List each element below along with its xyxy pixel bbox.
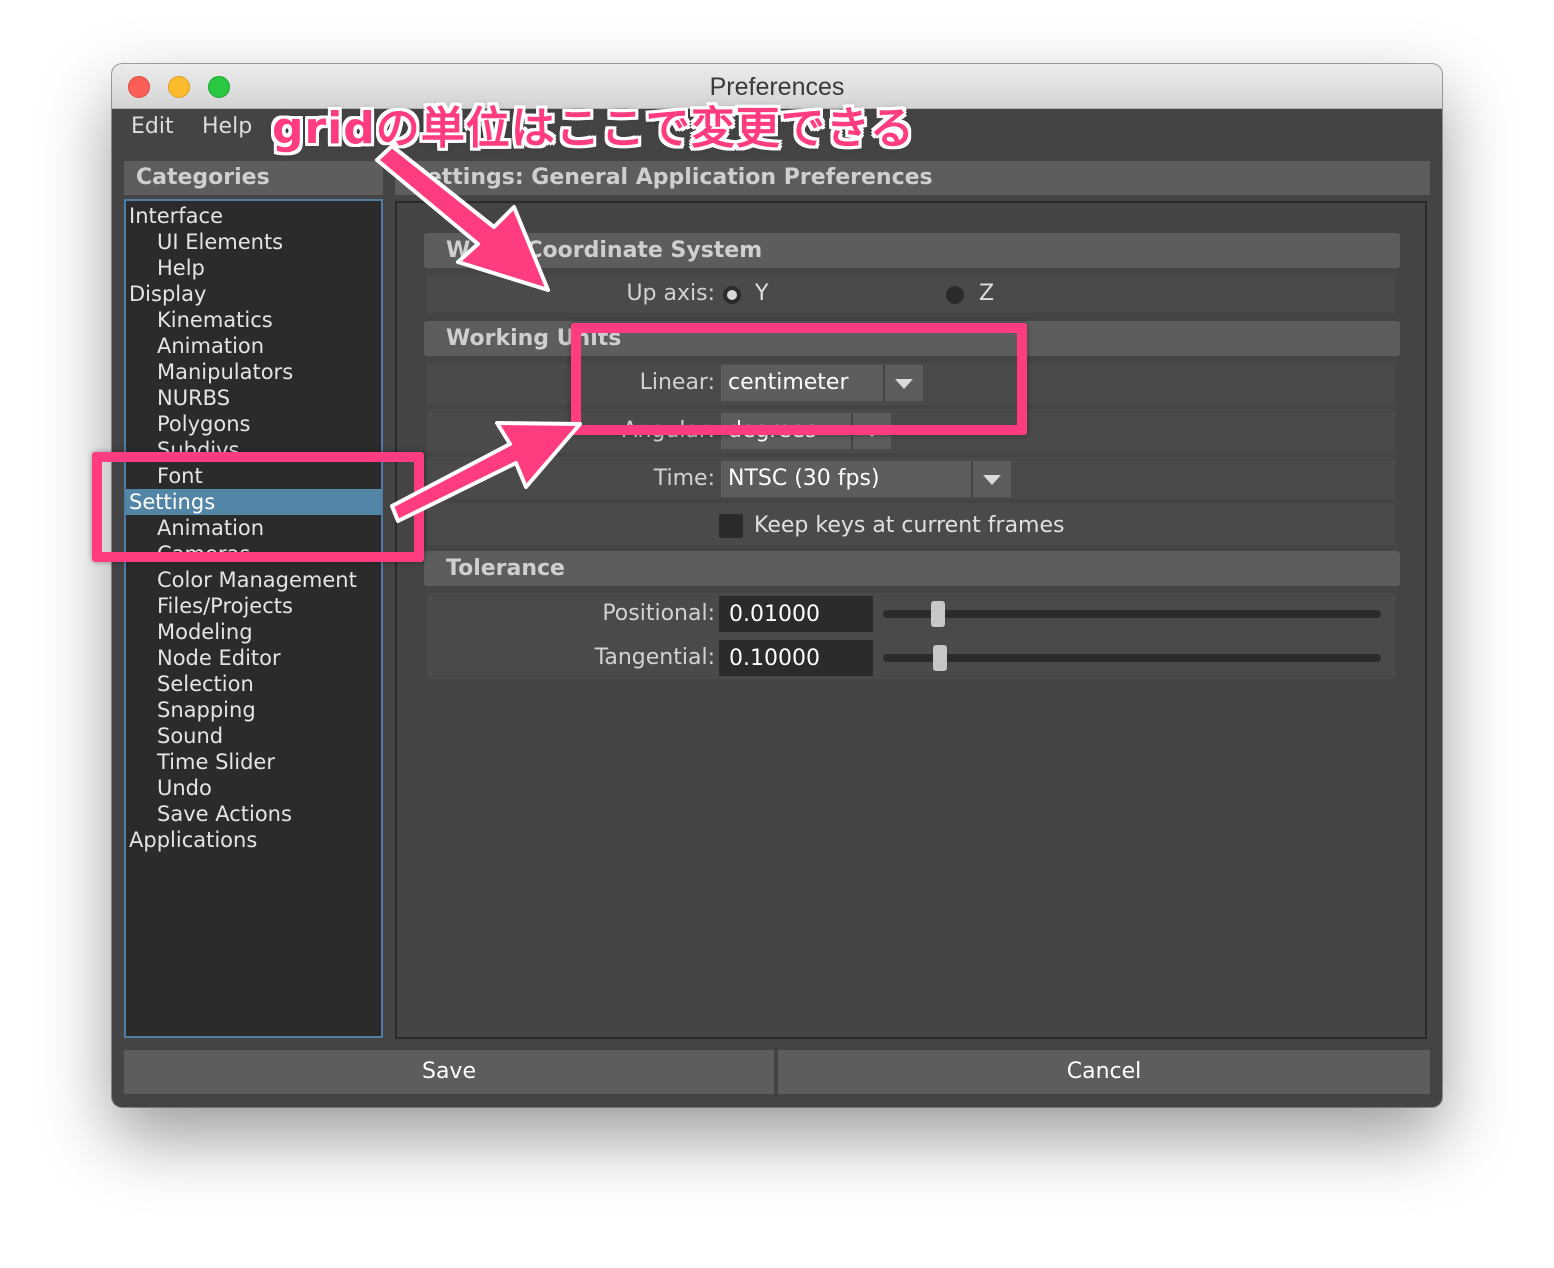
tangential-slider-handle[interactable]: [933, 645, 948, 671]
categories-header: Categories: [124, 161, 383, 195]
category-item-help[interactable]: Help: [126, 255, 381, 281]
category-item-display[interactable]: Display: [126, 281, 381, 307]
save-button[interactable]: Save: [124, 1050, 774, 1094]
positional-slider-handle[interactable]: [930, 601, 945, 627]
category-item-save-actions[interactable]: Save Actions: [126, 801, 381, 827]
time-value: NTSC (30 fps): [728, 466, 880, 491]
category-item-ui-elements[interactable]: UI Elements: [126, 229, 381, 255]
positional-label: Positional:: [602, 601, 715, 626]
menu-help[interactable]: Help: [202, 114, 252, 139]
up-axis-z-label[interactable]: Z: [979, 276, 994, 312]
time-dropdown[interactable]: NTSC (30 fps): [721, 461, 1011, 497]
category-item-node-editor[interactable]: Node Editor: [126, 645, 381, 671]
category-item-polygons[interactable]: Polygons: [126, 411, 381, 437]
category-item-animation[interactable]: Animation: [126, 333, 381, 359]
category-item-files-projects[interactable]: Files/Projects: [126, 593, 381, 619]
time-label: Time:: [653, 466, 715, 491]
category-item-snapping[interactable]: Snapping: [126, 697, 381, 723]
keep-keys-checkbox[interactable]: [719, 514, 743, 538]
section-world-coordinate-system[interactable]: World Coordinate System: [424, 233, 1400, 268]
chevron-down-icon[interactable]: [971, 461, 1011, 497]
settings-header: Settings: General Application Preference…: [395, 161, 1430, 195]
annotation-text: gridの単位はここで変更できる: [272, 103, 915, 154]
tangential-field[interactable]: 0.10000: [719, 640, 873, 676]
tangential-label: Tangential:: [594, 645, 715, 670]
up-axis-y-label[interactable]: Y: [755, 276, 768, 312]
category-item-modeling[interactable]: Modeling: [126, 619, 381, 645]
tangential-slider[interactable]: [883, 654, 1381, 662]
category-item-color-management[interactable]: Color Management: [126, 567, 381, 593]
settings-highlight-box: [92, 452, 424, 562]
menu-edit[interactable]: Edit: [131, 114, 174, 139]
category-item-time-slider[interactable]: Time Slider: [126, 749, 381, 775]
category-item-applications[interactable]: Applications: [126, 827, 381, 853]
category-item-nurbs[interactable]: NURBS: [126, 385, 381, 411]
category-item-interface[interactable]: Interface: [126, 203, 381, 229]
category-item-selection[interactable]: Selection: [126, 671, 381, 697]
cancel-button[interactable]: Cancel: [778, 1050, 1430, 1094]
linear-highlight-box: [571, 323, 1027, 435]
up-axis-label: Up axis:: [626, 281, 715, 306]
keep-keys-label[interactable]: Keep keys at current frames: [754, 508, 1064, 544]
categories-list[interactable]: Interface UI Elements Help Display Kinematic…: [124, 199, 383, 1038]
category-item-manipulators[interactable]: Manipulators: [126, 359, 381, 385]
up-axis-z-radio[interactable]: [946, 286, 964, 304]
category-item-kinematics[interactable]: Kinematics: [126, 307, 381, 333]
positional-slider[interactable]: [883, 610, 1381, 618]
up-axis-y-radio[interactable]: [723, 286, 741, 304]
category-item-sound[interactable]: Sound: [126, 723, 381, 749]
preferences-window: Preferences Edit Help Categories Interfa…: [112, 64, 1442, 1107]
category-item-undo[interactable]: Undo: [126, 775, 381, 801]
positional-field[interactable]: 0.01000: [719, 596, 873, 632]
section-tolerance[interactable]: Tolerance: [424, 551, 1400, 586]
